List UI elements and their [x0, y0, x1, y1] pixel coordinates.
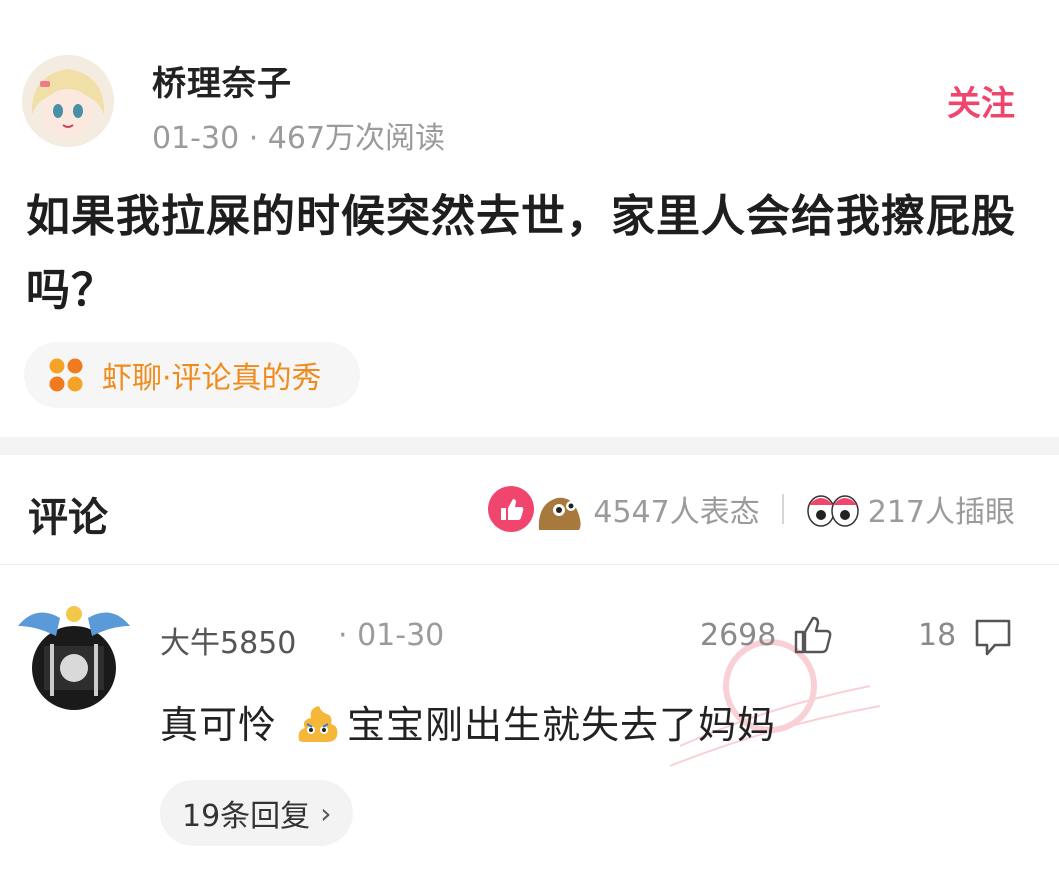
- comment-item: 大牛5850 · 01-30 2698 18 真可怜 宝宝刚出生就失去了妈妈 1…: [0, 566, 1059, 879]
- comments-header: 评论 4547人表态 217人插眼: [0, 455, 1059, 565]
- comment-text-part2: 宝宝刚出生就失去了妈妈: [347, 703, 777, 747]
- comment-text-part1: 真可怜: [160, 703, 278, 747]
- poop-emoji-icon: [298, 705, 338, 742]
- reactions-bar: 4547人表态 217人插眼: [487, 483, 1015, 535]
- like-count: 2698: [700, 618, 777, 653]
- replies-button-label: 19条回复: [182, 799, 311, 834]
- view-replies-button[interactable]: 19条回复 ›: [160, 780, 354, 846]
- reaction-icons[interactable]: [487, 484, 585, 534]
- section-divider: [0, 437, 1059, 455]
- topic-tag[interactable]: 虾聊·评论真的秀: [24, 342, 360, 408]
- four-dots-icon: [49, 358, 83, 392]
- topic-tag-label: 虾聊·评论真的秀: [102, 361, 322, 396]
- commenter-name[interactable]: 大牛5850: [160, 618, 296, 662]
- author-name[interactable]: 桥理奈子: [152, 56, 292, 105]
- author-avatar[interactable]: [22, 55, 114, 147]
- comment-bubble-icon[interactable]: [972, 616, 1014, 658]
- comment-date: · 01-30: [338, 618, 445, 653]
- post-title: 如果我拉屎的时候突然去世，家里人会给我擦屁股吗？: [26, 191, 1016, 316]
- follow-button[interactable]: 关注: [947, 76, 1015, 125]
- post-card: 桥理奈子 01-30 · 467万次阅读 关注 如果我拉屎的时候突然去世，家里人…: [0, 0, 1059, 437]
- thumbs-up-icon[interactable]: [792, 614, 834, 656]
- peek-count: 217人插眼: [867, 495, 1015, 530]
- separator: [781, 494, 784, 524]
- comments-title: 评论: [28, 495, 108, 541]
- chevron-right-icon: ›: [320, 796, 332, 830]
- post-meta: 01-30 · 467万次阅读: [152, 121, 446, 156]
- commenter-avatar[interactable]: [16, 596, 132, 712]
- reactions-count: 4547人表态: [593, 495, 760, 530]
- peek-eyes-icon[interactable]: [806, 489, 860, 529]
- reply-count: 18: [918, 618, 957, 653]
- comment-text: 真可怜 宝宝刚出生就失去了妈妈: [160, 694, 776, 749]
